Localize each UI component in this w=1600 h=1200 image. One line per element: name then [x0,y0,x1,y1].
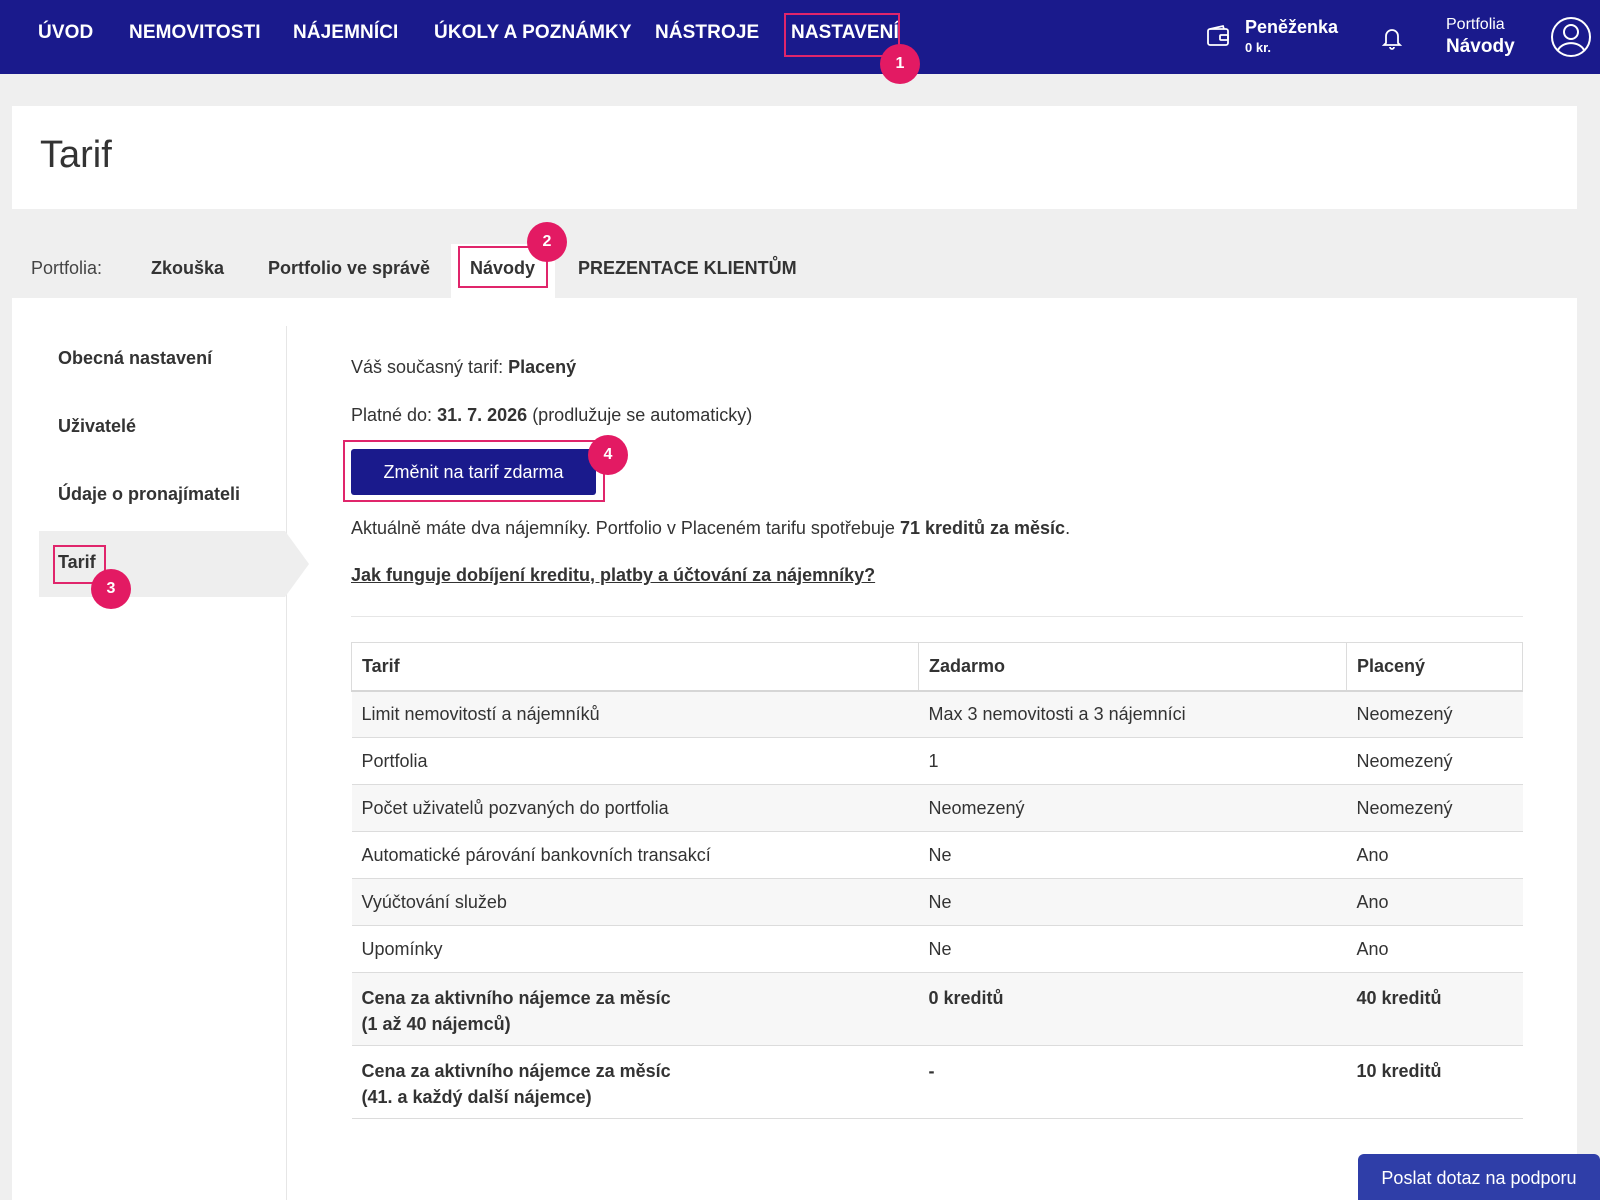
table-cell: Cena za aktivního nájemce za měsíc (41. … [351,1045,919,1119]
support-request-button[interactable]: Poslat dotaz na podporu [1358,1154,1600,1200]
table-cell: 40 kreditů [1346,972,1523,1046]
table-cell: Počet uživatelů pozvaných do portfolia [351,784,919,832]
step-badge-4: 4 [588,435,628,475]
table-cell: 1 [918,737,1347,785]
table-cell: Ne [918,925,1347,973]
table-row-price: Cena za aktivního nájemce za měsíc (1 až… [351,972,1523,1046]
sidebar-item-obecna-nastaveni[interactable]: Obecná nastavení [58,348,212,369]
price-label-line1: Cena za aktivního nájemce za měsíc [361,1061,671,1081]
portfolio-switcher[interactable]: Návody [1446,36,1515,58]
wallet-title[interactable]: Peněženka [1245,17,1338,38]
content-divider [351,616,1523,617]
nav-item-nemovitosti[interactable]: NEMOVITOSTI [129,22,261,44]
valid-until-line: Platné do: 31. 7. 2026 (prodlužuje se au… [351,405,752,426]
price-label-line1: Cena za aktivního nájemce za měsíc [361,988,671,1008]
current-tariff-value: Placený [508,357,577,377]
table-row: Automatické párování bankovních transakc… [351,831,1523,879]
nav-item-ukoly[interactable]: ÚKOLY A POZNÁMKY [434,22,632,44]
wallet-icon[interactable] [1206,24,1230,48]
table-header: Placený [1346,642,1523,692]
sidebar-divider [286,326,287,1200]
step-badge-1: 1 [880,44,920,84]
table-row: Vyúčtování služeb Ne Ano [351,878,1523,926]
tariff-comparison-table: Tarif Zadarmo Placený Limit nemovitostí … [351,642,1523,1119]
table-cell: Portfolia [351,737,919,785]
title-card: Tarif [12,106,1577,209]
usage-end: . [1065,518,1071,538]
table-cell: Upomínky [351,925,919,973]
top-navigation: ÚVOD NEMOVITOSTI NÁJEMNÍCI ÚKOLY A POZNÁ… [0,0,1600,74]
nav-highlight-frame [784,13,900,57]
table-row: Portfolia 1 Neomezený [351,737,1523,785]
credit-help-link[interactable]: Jak funguje dobíjení kreditu, platby a ú… [351,565,875,586]
valid-until-label: Platné do: [351,405,433,425]
table-row-price: Cena za aktivního nájemce za měsíc (41. … [351,1045,1523,1119]
table-header: Tarif [351,642,919,692]
portfolio-caption: Portfolia [1446,16,1505,33]
table-cell: Vyúčtování služeb [351,878,919,926]
table-cell: Ano [1346,831,1523,879]
nav-item-uvod[interactable]: ÚVOD [38,22,93,44]
table-cell: Neomezený [1346,784,1523,832]
table-cell: Limit nemovitostí a nájemníků [351,690,919,738]
table-cell: Ano [1346,925,1523,973]
table-row: Limit nemovitostí a nájemníků Max 3 nemo… [351,690,1523,738]
user-avatar-icon[interactable] [1550,16,1592,58]
tab-zkouska[interactable]: Zkouška [151,258,224,279]
usage-credits: 71 kreditů za měsíc [899,518,1066,538]
table-cell: Ne [918,878,1347,926]
step-badge-2: 2 [527,222,567,262]
current-tariff-line: Váš současný tarif: Placený [351,357,576,378]
table-row: Upomínky Ne Ano [351,925,1523,973]
price-label-line2: (41. a každý další nájemce) [361,1087,592,1107]
usage-line: Aktuálně máte dva nájemníky. Portfolio v… [351,518,1070,539]
wallet-amount: 0 kr. [1245,40,1272,55]
table-cell: Ano [1346,878,1523,926]
table-cell: 10 kreditů [1346,1045,1523,1119]
table-cell: Neomezený [1346,690,1523,738]
change-to-free-tariff-button[interactable]: Změnit na tarif zdarma [351,449,596,495]
tab-prezentace-klientum[interactable]: PREZENTACE KLIENTŮM [578,258,797,279]
page-title: Tarif [40,134,112,176]
current-tariff-label: Váš současný tarif: [351,357,504,377]
price-label-line2: (1 až 40 nájemců) [361,1014,511,1034]
bell-icon[interactable] [1380,25,1404,51]
table-cell: Neomezený [1346,737,1523,785]
sidebar-active-arrow [285,531,309,597]
nav-item-najemnici[interactable]: NÁJEMNÍCI [293,22,398,44]
usage-text: Aktuálně máte dva nájemníky. Portfolio v… [351,518,895,538]
sidebar-item-udaje-o-pronajimateli[interactable]: Údaje o pronajímateli [58,484,240,505]
nav-item-nastroje[interactable]: NÁSTROJE [655,22,759,44]
step-badge-3: 3 [91,569,131,609]
tab-portfolio-ve-sprave[interactable]: Portfolio ve správě [268,258,430,279]
table-cell: Automatické párování bankovních transakc… [351,831,919,879]
table-cell: Cena za aktivního nájemce za měsíc (1 až… [351,972,919,1046]
table-row: Počet uživatelů pozvaných do portfolia N… [351,784,1523,832]
table-header-row: Tarif Zadarmo Placený [351,642,1523,692]
table-cell: 0 kreditů [918,972,1347,1046]
tabs-label: Portfolia: [31,258,103,278]
valid-until-date: 31. 7. 2026 [437,405,528,425]
table-cell: Neomezený [918,784,1347,832]
table-cell: Ne [918,831,1347,879]
table-cell: - [918,1045,1347,1119]
table-cell: Max 3 nemovitosti a 3 nájemníci [918,690,1347,738]
sidebar-item-uzivatele[interactable]: Uživatelé [58,416,136,437]
table-header: Zadarmo [918,642,1347,692]
valid-until-note: (prodlužuje se automaticky) [532,405,753,425]
